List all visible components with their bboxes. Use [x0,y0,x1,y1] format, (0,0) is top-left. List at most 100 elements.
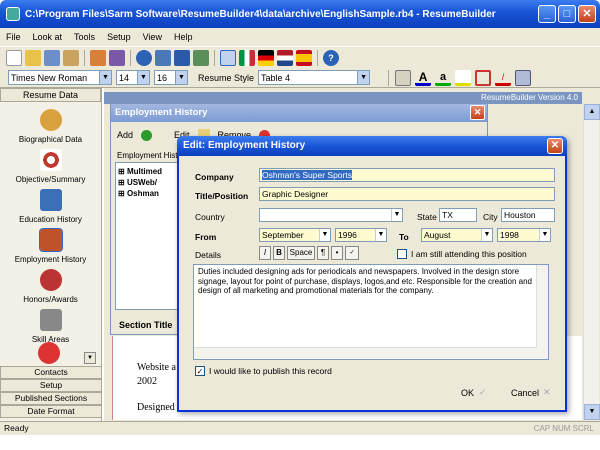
font-select[interactable]: Times New Roman ▼ [8,70,112,85]
font-size-select[interactable]: 14 ▼ [116,70,150,85]
table-icon[interactable] [515,69,532,86]
tree-item[interactable]: ⊞ USWeb/ [118,178,180,187]
status-bar: Ready CAP NUM SCRL [0,421,600,435]
new-icon[interactable] [6,49,22,66]
bullet-button[interactable]: • [331,246,343,260]
from-month-select[interactable]: September ▼ [259,228,331,242]
format-toolbar: Times New Roman ▼ 14 ▼ 16 ▼ Resume Style Ta… [0,68,600,88]
close-icon[interactable]: ✕ [547,138,563,154]
details-scrollbar[interactable] [536,265,548,359]
nav-scroll-button[interactable]: ▼ [84,352,96,364]
nav-setup[interactable]: Setup [0,379,102,392]
position-label: Title/Position [195,191,249,201]
tree-item[interactable]: ⊞ Oshman [118,189,180,198]
menu-tools[interactable]: Tools [72,32,97,42]
style-icon[interactable] [220,49,236,66]
paragraph-button[interactable]: ¶ [317,246,329,260]
chevron-down-icon: ▼ [391,209,402,221]
preview-icon[interactable] [109,49,125,66]
document-scrollbar[interactable]: ▲ ▼ [583,104,600,420]
web-icon[interactable] [155,49,171,66]
publish-checkbox[interactable]: ✓ [195,366,205,376]
country-select[interactable]: ▼ [259,208,403,222]
award-ribbon-icon[interactable] [38,342,60,364]
city-field[interactable]: Houston [501,208,555,222]
flag-italy-icon[interactable] [239,49,255,66]
scroll-down-icon: ▼ [584,404,600,420]
to-label: To [399,232,409,242]
tree-item[interactable]: ⊞ Multimed [118,167,180,176]
tree-label: Employment Histo [117,151,182,160]
fill-color-icon[interactable] [455,69,472,86]
details-textarea[interactable]: Duties included designing ads for period… [193,264,549,360]
nav-item-honors-awards[interactable]: Honors/Awards [0,266,101,306]
italic-button[interactable]: I [259,246,271,260]
chevron-down-icon: ▼ [481,229,492,241]
position-field[interactable]: Graphic Designer [259,187,555,201]
nav-item-biographical-data[interactable]: Biographical Data [0,102,101,146]
highlight-color-icon[interactable]: a [435,70,452,86]
wizard-icon[interactable] [90,49,106,66]
country-label: Country [195,212,225,222]
still-attending-checkbox[interactable] [397,249,407,259]
word-icon[interactable] [174,49,190,66]
menu-look-at[interactable]: Look at [31,32,65,42]
state-field[interactable]: TX [439,208,477,222]
to-year-select[interactable]: 1998 ▼ [497,228,551,242]
close-icon[interactable]: ✕ [470,105,485,120]
from-year-select[interactable]: 1996 ▼ [335,228,387,242]
menu-bar: File Look at Tools Setup View Help [0,28,600,46]
nav-item-education-history[interactable]: Education History [0,186,101,226]
nav-item-skill-areas[interactable]: Skill Areas [0,306,101,346]
state-label: State [417,212,437,222]
flag-germany-icon[interactable] [258,49,274,66]
minimize-button[interactable]: _ [538,5,556,23]
flag-netherlands-icon[interactable] [277,49,293,66]
open-folder-icon[interactable] [25,49,41,66]
cancel-button[interactable]: Cancel [511,388,539,398]
nav-item-employment-history[interactable]: Employment History [0,226,101,266]
resume-data-nav: Resume Data Biographical Data Objective/… [0,88,102,421]
window-titlebar: C:\Program Files\Sarm Software\ResumeBui… [0,0,600,28]
heading-size-select[interactable]: 16 ▼ [154,70,188,85]
menu-file[interactable]: File [4,32,23,42]
export-icon[interactable] [193,49,209,66]
menu-view[interactable]: View [141,32,164,42]
ok-button[interactable]: OK [461,388,474,398]
app-icon [6,7,20,21]
spellcheck-icon[interactable]: ✓ [345,246,359,260]
nav-contacts[interactable]: Contacts [0,366,102,379]
details-hscrollbar[interactable] [194,347,537,359]
employment-tree[interactable]: ⊞ Multimed ⊞ USWeb/ ⊞ Oshman [115,162,183,310]
company-field[interactable]: Oshman's Super Sports [259,168,555,182]
to-month-select[interactable]: August ▼ [421,228,493,242]
add-icon[interactable] [141,129,153,141]
bold-button[interactable]: B [273,246,285,260]
pen-icon[interactable]: / [495,70,512,86]
nav-date-format[interactable]: Date Format [0,405,102,418]
status-text: Ready [4,423,29,433]
add-button[interactable]: Add [117,130,133,140]
print-icon[interactable] [63,49,79,66]
employment-history-title: Employment History ✕ [111,104,487,122]
edit-dialog-title: Edit: Employment History ✕ [177,136,567,156]
font-color-icon[interactable]: A [415,70,432,86]
nav-header[interactable]: Resume Data [0,88,101,102]
window-title: C:\Program Files\Sarm Software\ResumeBui… [25,8,496,20]
image-icon[interactable] [395,69,412,86]
globe-icon[interactable] [136,49,152,66]
chevron-down-icon: ▼ [539,229,550,241]
details-label: Details [195,250,221,260]
close-button[interactable]: ✕ [578,5,596,23]
menu-setup[interactable]: Setup [105,32,133,42]
resume-style-select[interactable]: Table 4 ▼ [258,70,371,85]
flag-spain-icon[interactable] [296,49,312,66]
space-button[interactable]: Space [287,246,315,260]
save-icon[interactable] [44,49,60,66]
help-icon[interactable]: ? [323,49,339,66]
maximize-button[interactable]: □ [558,5,576,23]
border-icon[interactable] [475,69,492,86]
menu-help[interactable]: Help [172,32,195,42]
nav-published-sections[interactable]: Published Sections [0,392,102,405]
nav-item-objective-summary[interactable]: Objective/Summary [0,146,101,186]
